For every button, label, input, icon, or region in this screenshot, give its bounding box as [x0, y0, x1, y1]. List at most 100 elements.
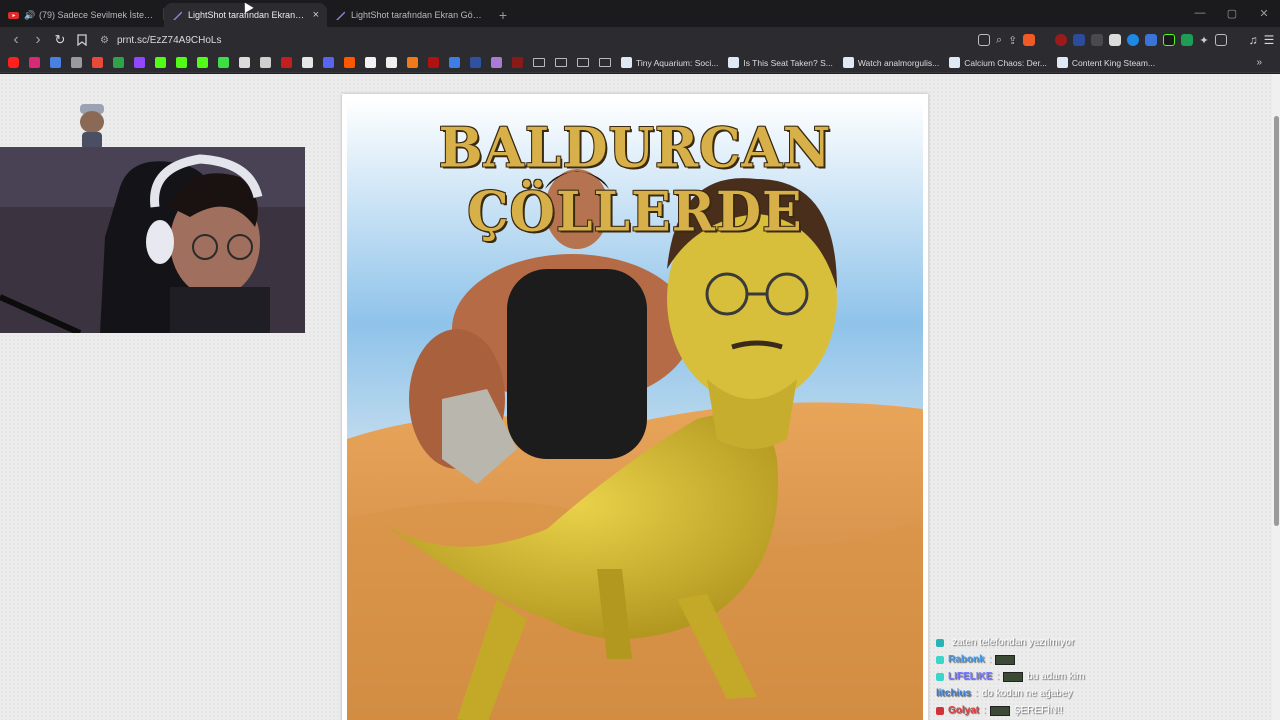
back-button[interactable]: ‹ — [6, 30, 26, 50]
minimize-button[interactable]: — — [1184, 0, 1216, 26]
new-tab-button[interactable]: + — [490, 3, 516, 27]
red-extension-icon[interactable] — [281, 57, 292, 68]
play-icon[interactable] — [449, 57, 460, 68]
chat-emote-icon — [989, 705, 1010, 716]
close-tab-icon[interactable]: × — [313, 9, 319, 21]
address-toolbar: ‹ › ↻ ⚙ prnt.sc/EzZ74A9CHoLs ⌕ ⇪ ✦ ♫ ☰ — [0, 27, 1280, 53]
bookmark-item[interactable]: Is This Seat Taken? S... — [728, 57, 833, 68]
toolbar-actions: ⌕ ⇪ ✦ ♫ ☰ — [978, 33, 1274, 47]
red-icon[interactable] — [428, 57, 439, 68]
openai-icon[interactable] — [260, 57, 271, 68]
bookmarks-overflow-button[interactable]: » — [1256, 57, 1262, 68]
bookmark-icon — [77, 34, 87, 46]
chat-badge-icon — [936, 706, 944, 715]
steam-icon — [842, 57, 854, 68]
kick-icon-2[interactable] — [176, 57, 187, 68]
lightshot-feather-icon — [335, 10, 346, 21]
bookmarks-bar: Tiny Aquarium: Soci... Is This Seat Taken… — [0, 53, 1280, 73]
kick-icon[interactable] — [155, 57, 166, 68]
share-icon[interactable]: ⇪ — [1008, 34, 1017, 47]
chat-message: Rabonk: — [936, 651, 1266, 668]
media-control-icon[interactable]: ♫ — [1249, 33, 1258, 47]
bookmark-folder-icon[interactable] — [555, 58, 567, 67]
chat-emote-icon — [1003, 671, 1024, 682]
tab-lightshot-2[interactable]: LightShot tarafından Ekran Görüntü — [327, 3, 490, 27]
bookmark-folder-icon[interactable] — [533, 58, 545, 67]
screenshot-image[interactable]: BALDURCAN ÇÖLLERDE — [347, 99, 923, 720]
blue-extension-icon[interactable] — [1127, 34, 1140, 46]
chat-text: bu adam kim — [1027, 671, 1085, 682]
chat-username: Golyat — [948, 705, 980, 716]
scrollbar-thumb[interactable] — [1274, 116, 1279, 526]
chat-emote-icon — [995, 654, 1016, 665]
close-window-button[interactable]: ✕ — [1248, 0, 1280, 26]
audio-extension-icon[interactable] — [1073, 34, 1086, 46]
address-bar[interactable]: ⚙ prnt.sc/EzZ74A9CHoLs — [100, 30, 960, 50]
streamer-webcam-feed — [0, 147, 305, 333]
menu-icon[interactable]: ☰ — [1264, 33, 1275, 47]
globe-icon[interactable] — [71, 57, 82, 68]
maximize-button[interactable]: ▢ — [1216, 0, 1248, 26]
drive-icon[interactable] — [113, 57, 124, 68]
instagram-icon[interactable] — [29, 57, 40, 68]
chat-colon: : — [975, 688, 978, 699]
bookmark-label: Tiny Aquarium: Soci... — [636, 57, 719, 68]
bookmark-folder-icon[interactable] — [577, 58, 589, 67]
tab-title: LightShot tarafından Ekran Görüntü — [351, 10, 482, 20]
bookmark-item[interactable]: Tiny Aquarium: Soci... — [621, 57, 718, 68]
tab-youtube[interactable]: 🔊 (79) Sadece Sevilmek İstedim - Yo — [0, 3, 163, 27]
sidebar-icon[interactable] — [1214, 34, 1227, 46]
p-icon[interactable] — [365, 57, 376, 68]
twitch-icon[interactable] — [134, 57, 145, 68]
kick-extension-icon[interactable] — [1163, 34, 1176, 46]
bookmark-folder-icon[interactable] — [599, 58, 611, 67]
bookmark-item[interactable]: Watch analmorgulis... — [842, 57, 939, 68]
bookmark-item[interactable]: Calcium Chaos: Der... — [949, 57, 1047, 68]
window-controls: — ▢ ✕ — [1184, 0, 1280, 26]
kick-icon-3[interactable] — [197, 57, 208, 68]
forward-button[interactable]: › — [28, 30, 48, 50]
reload-button[interactable]: ↻ — [50, 30, 70, 50]
site-settings-icon[interactable]: ⚙ — [100, 35, 109, 46]
bookmark-label: Is This Seat Taken? S... — [743, 57, 833, 68]
chat-badge-icon — [936, 638, 944, 647]
poster-title: BALDURCAN ÇÖLLERDE — [438, 115, 832, 245]
discord-icon[interactable] — [323, 57, 334, 68]
bookmark-item[interactable]: Content King Steam... — [1056, 57, 1155, 68]
bot-extension-icon[interactable] — [1109, 34, 1122, 46]
translate-extension-icon[interactable] — [1145, 34, 1158, 46]
green-extension-icon[interactable] — [1181, 34, 1194, 46]
chat-colon: : — [988, 654, 992, 665]
mal-icon[interactable] — [470, 57, 481, 68]
steam-icon — [949, 57, 961, 68]
chat-username: litchius — [936, 688, 972, 699]
extension-icon[interactable] — [218, 57, 229, 68]
chat-message: zaten telefondan yazılmıyor — [936, 634, 1266, 651]
speaker-icon[interactable]: 🔊 — [24, 10, 35, 21]
cast-icon[interactable] — [978, 34, 990, 46]
url-text: prnt.sc/EzZ74A9CHoLs — [116, 34, 222, 46]
extensions-puzzle-icon[interactable]: ✦ — [1199, 34, 1208, 47]
lightshot-feather-icon — [172, 10, 183, 21]
x-icon[interactable] — [302, 57, 313, 68]
chat-message: LIFELIKE: bu adam kim — [936, 668, 1266, 685]
reddit-icon[interactable] — [344, 57, 355, 68]
amazon-icon[interactable] — [386, 57, 397, 68]
gray-extension-icon[interactable] — [1091, 34, 1104, 46]
anchor-icon[interactable] — [239, 57, 250, 68]
chat-text: do kodun ne ağabey — [981, 688, 1073, 699]
steam-icon — [621, 57, 632, 68]
chat-username: Rabonk — [948, 654, 985, 665]
zoom-icon[interactable]: ⌕ — [996, 34, 1002, 47]
google-translate-icon[interactable] — [50, 57, 61, 68]
ublock-icon[interactable] — [1055, 34, 1068, 46]
youtube-icon[interactable] — [8, 57, 19, 68]
tab-title: (79) Sadece Sevilmek İstedim - Yo — [39, 10, 155, 20]
k-icon[interactable] — [512, 57, 523, 68]
orange-icon[interactable] — [407, 57, 418, 68]
gmail-icon[interactable] — [92, 57, 103, 68]
bookmark-page-button[interactable] — [72, 30, 92, 50]
webcam-overlay — [0, 147, 305, 333]
purple-circle-icon[interactable] — [491, 57, 502, 68]
brave-shield-icon[interactable] — [1023, 34, 1036, 46]
